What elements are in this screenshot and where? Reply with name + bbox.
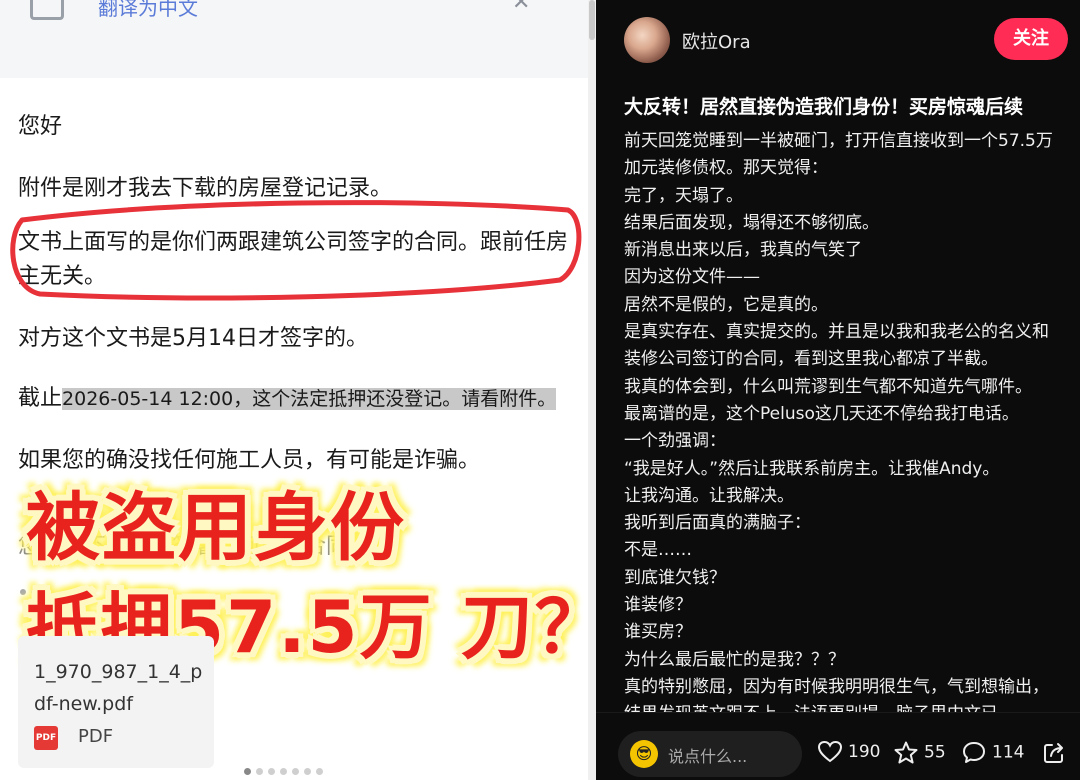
email-greeting: 您好 xyxy=(18,114,63,139)
post-paragraph: 为什么最后最忙的是我？？？ xyxy=(624,649,845,670)
author-name[interactable]: 欧拉Ora xyxy=(682,28,751,54)
post-paragraph: 谁装修？ xyxy=(624,595,692,616)
emoji-avatar-icon: 😎 xyxy=(630,740,658,768)
overlay-caption-identity: 被盗用身份 xyxy=(26,485,406,571)
bottom-action-bar: 😎 说点什么... 190 55 114 xyxy=(596,712,1080,780)
close-icon[interactable]: ✕ xyxy=(512,0,530,15)
post-paragraph: 新消息出来以后，我真的气笑了 xyxy=(624,240,862,261)
carousel-indicator[interactable] xyxy=(244,760,328,775)
email-line-deadline: 截止2026-05-14 12:00，这个法定抵押还没登记。请看附件。 xyxy=(18,380,557,412)
translate-link[interactable]: 翻译为中文 xyxy=(98,0,198,21)
post-paragraph: 居然不是假的，它是真的。 xyxy=(624,294,828,315)
post-body: 前天回笼觉睡到一半被砸门，打开信直接收到一个57.5万加元装修债权。那天觉得： 完… xyxy=(624,128,1064,712)
comment-input[interactable]: 😎 说点什么... xyxy=(618,731,802,777)
post-paragraph: 是真实存在、真实提交的。并且是以我和我老公的名义和装修公司签订的合同，看到这里我… xyxy=(624,322,1049,370)
comment-placeholder: 说点什么... xyxy=(668,747,748,766)
share-icon[interactable] xyxy=(1042,741,1066,765)
like-count: 190 xyxy=(848,742,881,762)
post-panel: 欧拉Ora 关注 大反转！居然直接伪造我们身份！买房惊魂后续 前天回笼觉睡到一半… xyxy=(596,0,1080,780)
email-line-attachment: 附件是刚才我去下载的房屋登记记录。 xyxy=(18,176,393,201)
post-paragraph: 前天回笼觉睡到一半被砸门，打开信直接收到一个57.5万加元装修债权。那天觉得： xyxy=(624,131,1053,179)
post-paragraph: “我是好人。”然后让我联系前房主。让我催Andy。 xyxy=(624,458,1000,479)
email-line-contract: 文书上面写的是你们两跟建筑公司签字的合同。跟前任房主无关。 xyxy=(18,230,569,289)
follow-button[interactable]: 关注 xyxy=(994,18,1068,60)
post-paragraph: 我真的体会到，什么叫荒谬到生气都不知道先气哪件。 xyxy=(624,376,1032,397)
attachment-type: PDF xyxy=(78,726,114,747)
deadline-highlight: 2026-05-14 12:00，这个法定抵押还没登记。请看附件。 xyxy=(62,388,557,410)
post-paragraph: 完了，天塌了。 xyxy=(624,185,743,206)
attachment-card[interactable]: 1_970_987_1_4_pdf-new.pdf PDF PDF xyxy=(18,636,214,768)
comment-button[interactable]: 114 xyxy=(962,741,1024,764)
post-paragraph: 最离谱的是，这个Peluso这几天还不停给我打电话。 xyxy=(624,403,1019,424)
translate-icon[interactable] xyxy=(30,0,64,20)
heart-icon xyxy=(818,741,842,763)
attachment-filename: 1_970_987_1_4_pdf-new.pdf xyxy=(34,661,203,715)
scrollbar-thumb[interactable] xyxy=(589,0,595,40)
deadline-prefix: 截止 xyxy=(18,386,63,411)
post-paragraph: 因为这份文件—— xyxy=(624,267,760,288)
like-button[interactable]: 190 xyxy=(818,741,880,763)
post-paragraph: 让我沟通。让我解决。 xyxy=(624,485,794,506)
post-paragraph: 真的特别憋屈，因为有时候我明明很生气，气到想输出，结果发现英文跟不上，法语更别提… xyxy=(624,676,1049,712)
email-screenshot: 翻译为中文 ✕ 您好 附件是刚才我去下载的房屋登记记录。 文书上面写的是你们两跟… xyxy=(0,0,596,780)
email-line-date: 对方这个文书是5月14日才签字的。 xyxy=(18,326,368,351)
post-paragraph: 我听到后面真的满脑子： xyxy=(624,513,811,534)
post-paragraph: 结果后面发现，塌得还不够彻底。 xyxy=(624,212,879,233)
comment-icon xyxy=(963,742,985,763)
favorite-count: 55 xyxy=(924,742,946,763)
post-paragraph: 一个劲强调： xyxy=(624,431,726,452)
star-icon xyxy=(894,741,918,764)
post-title: 大反转！居然直接伪造我们身份！买房惊魂后续 xyxy=(624,96,1024,118)
comment-count: 114 xyxy=(992,742,1025,763)
post-paragraph: 到底谁欠钱？ xyxy=(624,567,726,588)
email-toolbar: 翻译为中文 ✕ xyxy=(0,0,596,78)
pdf-icon: PDF xyxy=(34,726,58,750)
post-paragraph: 谁买房？ xyxy=(624,622,692,643)
post-paragraph: 不是…… xyxy=(624,540,692,561)
favorite-button[interactable]: 55 xyxy=(894,741,946,764)
avatar[interactable] xyxy=(624,17,670,63)
